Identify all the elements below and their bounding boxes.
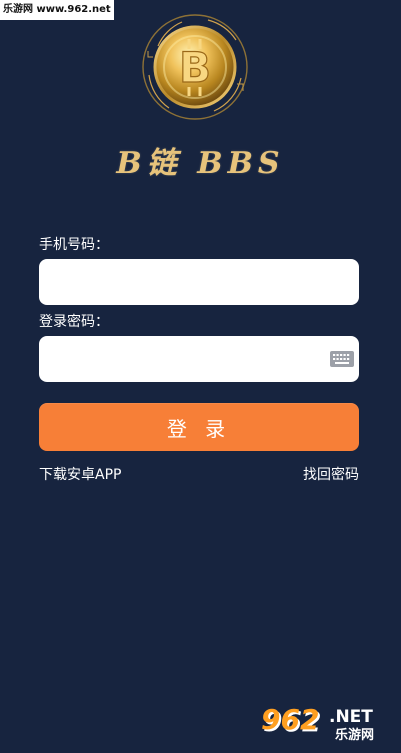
brand-logo-area: B B链 BBS: [0, 12, 401, 192]
bottom-watermark-domain: .NET: [329, 707, 373, 727]
brand-title: B链 BBS: [116, 146, 285, 181]
bottom-watermark: 962 .NET 乐游网: [261, 704, 393, 746]
top-watermark: 乐游网 www.962.net: [0, 0, 114, 20]
bitcoin-coin-icon: B: [142, 14, 248, 120]
bottom-watermark-site: 乐游网: [335, 728, 375, 743]
login-screen: 乐游网 www.962.net B B链 BBS 手机号码： 登录密码： 登 录…: [0, 0, 401, 753]
keyboard-icon[interactable]: [329, 350, 355, 368]
phone-input[interactable]: [39, 259, 359, 305]
password-label: 登录密码：: [39, 314, 109, 330]
phone-label: 手机号码：: [39, 237, 109, 253]
password-input[interactable]: [39, 336, 359, 382]
bottom-watermark-number: 962: [261, 703, 320, 736]
login-button[interactable]: 登 录: [39, 403, 359, 451]
forgot-password-link[interactable]: 找回密码: [303, 466, 359, 484]
svg-text:B: B: [179, 43, 211, 92]
download-android-app-link[interactable]: 下载安卓APP: [39, 466, 121, 484]
